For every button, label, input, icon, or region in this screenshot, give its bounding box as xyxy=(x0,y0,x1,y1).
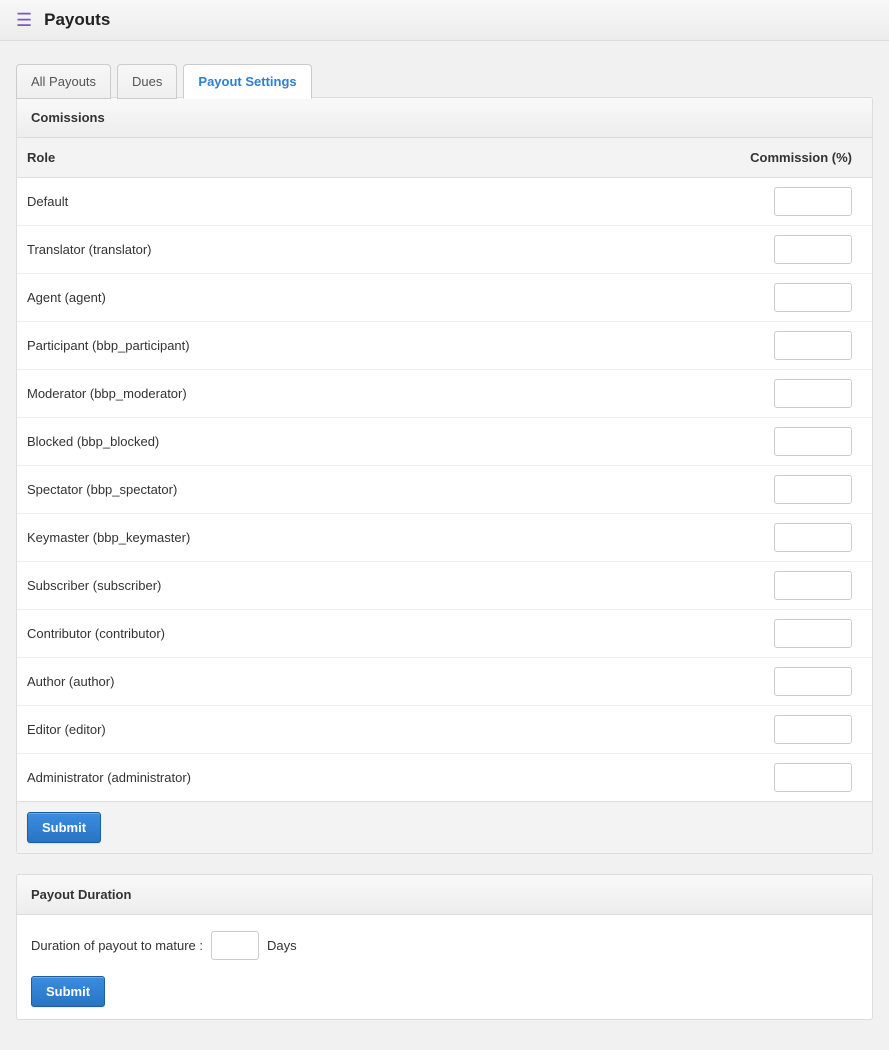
role-label: Spectator (bbp_spectator) xyxy=(27,482,722,497)
duration-panel-header: Payout Duration xyxy=(17,875,872,915)
role-label: Agent (agent) xyxy=(27,290,722,305)
header-bar: ☰ Payouts xyxy=(0,0,889,41)
commissions-panel-footer: Submit xyxy=(17,801,872,853)
commission-input-wrap xyxy=(722,235,862,264)
commission-input-wrap xyxy=(722,715,862,744)
tab-all-payouts[interactable]: All Payouts xyxy=(16,64,111,99)
commission-input-wrap xyxy=(722,619,862,648)
commission-input[interactable] xyxy=(774,331,852,360)
commission-input[interactable] xyxy=(774,235,852,264)
role-label: Subscriber (subscriber) xyxy=(27,578,722,593)
duration-panel: Payout Duration Duration of payout to ma… xyxy=(16,874,873,1020)
table-row: Agent (agent) xyxy=(17,274,872,322)
commission-input-wrap xyxy=(722,667,862,696)
commission-input-wrap xyxy=(722,475,862,504)
commission-input[interactable] xyxy=(774,523,852,552)
commission-input[interactable] xyxy=(774,379,852,408)
commission-input[interactable] xyxy=(774,763,852,792)
tabs: All Payouts Dues Payout Settings xyxy=(16,63,873,98)
table-row: Editor (editor) xyxy=(17,706,872,754)
commission-input-wrap xyxy=(722,427,862,456)
commission-input-wrap xyxy=(722,379,862,408)
table-row: Moderator (bbp_moderator) xyxy=(17,370,872,418)
table-row: Author (author) xyxy=(17,658,872,706)
role-label: Keymaster (bbp_keymaster) xyxy=(27,530,722,545)
commissions-table-header: Role Commission (%) xyxy=(17,138,872,178)
commission-input[interactable] xyxy=(774,715,852,744)
duration-label-suffix: Days xyxy=(267,938,297,953)
role-label: Blocked (bbp_blocked) xyxy=(27,434,722,449)
commission-input[interactable] xyxy=(774,619,852,648)
commission-input[interactable] xyxy=(774,427,852,456)
table-row: Subscriber (subscriber) xyxy=(17,562,872,610)
commissions-panel-header: Comissions xyxy=(17,98,872,138)
duration-panel-body: Duration of payout to mature : Days Subm… xyxy=(17,915,872,1019)
role-label: Administrator (administrator) xyxy=(27,770,722,785)
submit-commissions-button[interactable]: Submit xyxy=(27,812,101,843)
table-row: Default xyxy=(17,178,872,226)
commission-input-wrap xyxy=(722,763,862,792)
col-header-role: Role xyxy=(27,150,722,165)
commission-input[interactable] xyxy=(774,187,852,216)
commissions-panel: Comissions Role Commission (%) Default Tr… xyxy=(16,97,873,854)
role-label: Author (author) xyxy=(27,674,722,689)
role-label: Default xyxy=(27,194,722,209)
table-row: Spectator (bbp_spectator) xyxy=(17,466,872,514)
table-row: Administrator (administrator) xyxy=(17,754,872,801)
commission-input-wrap xyxy=(722,331,862,360)
commission-input[interactable] xyxy=(774,283,852,312)
role-label: Contributor (contributor) xyxy=(27,626,722,641)
tab-payout-settings[interactable]: Payout Settings xyxy=(183,64,311,99)
commission-input-wrap xyxy=(722,283,862,312)
col-header-commission: Commission (%) xyxy=(722,150,862,165)
commission-input-wrap xyxy=(722,571,862,600)
hamburger-icon[interactable]: ☰ xyxy=(16,11,32,29)
duration-row: Duration of payout to mature : Days xyxy=(31,931,858,960)
role-label: Participant (bbp_participant) xyxy=(27,338,722,353)
table-row: Keymaster (bbp_keymaster) xyxy=(17,514,872,562)
commission-input-wrap xyxy=(722,187,862,216)
table-row: Contributor (contributor) xyxy=(17,610,872,658)
duration-input[interactable] xyxy=(211,931,259,960)
tab-dues[interactable]: Dues xyxy=(117,64,177,99)
role-label: Translator (translator) xyxy=(27,242,722,257)
duration-label-prefix: Duration of payout to mature : xyxy=(31,938,203,953)
content-wrap: All Payouts Dues Payout Settings Comissi… xyxy=(0,41,889,1050)
role-label: Editor (editor) xyxy=(27,722,722,737)
table-row: Translator (translator) xyxy=(17,226,872,274)
submit-duration-button[interactable]: Submit xyxy=(31,976,105,1007)
commission-input-wrap xyxy=(722,523,862,552)
table-row: Participant (bbp_participant) xyxy=(17,322,872,370)
commission-input[interactable] xyxy=(774,475,852,504)
commission-input[interactable] xyxy=(774,571,852,600)
table-row: Blocked (bbp_blocked) xyxy=(17,418,872,466)
role-label: Moderator (bbp_moderator) xyxy=(27,386,722,401)
commissions-table-body: Default Translator (translator) Agent (age… xyxy=(17,178,872,801)
commission-input[interactable] xyxy=(774,667,852,696)
page-title: Payouts xyxy=(44,10,110,30)
